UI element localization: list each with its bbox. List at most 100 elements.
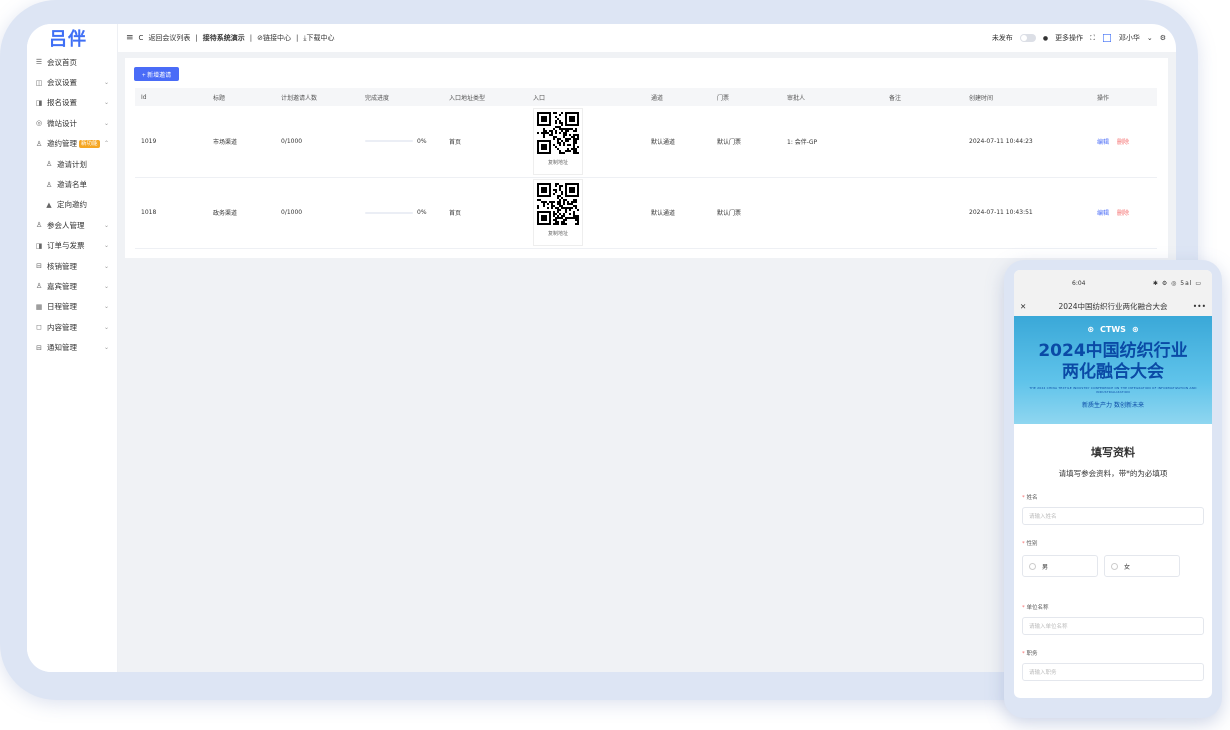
sidebar-item[interactable]: ◨ 订单与发票 ⌄ xyxy=(27,236,117,256)
refresh-icon[interactable]: C xyxy=(139,34,144,42)
qr-code-icon xyxy=(537,183,579,225)
link-center-link[interactable]: ⊘链接中心 xyxy=(257,33,291,43)
column-header: 操作 xyxy=(1097,94,1110,102)
banner-title: 两化融合大会 xyxy=(1062,362,1164,382)
column-header: 备注 xyxy=(889,94,902,102)
notify-icon: ⊟ xyxy=(36,343,42,352)
registration-form: 填写资料 请填写参会资料，带*的为必填项 * 姓名 请输入姓名 * 性别 男 女… xyxy=(1014,444,1212,681)
table-row: 1019 市场渠道 0/1000 0% 首页 复制地址 默认通道 默认门票 1: 会伴-GP 20… xyxy=(135,106,1157,177)
row-approver: 1: 会伴-GP xyxy=(787,138,818,146)
chevron-down-icon: ⌄ xyxy=(103,242,109,250)
phone-page-title: 2024中国纺织行业两化融合大会 xyxy=(1058,301,1168,311)
more-ops-button[interactable]: 更多操作 xyxy=(1055,33,1083,43)
form-hint: 请填写参会资料，带*的为必填项 xyxy=(1058,469,1168,478)
row-plan: 0/1000 xyxy=(281,209,303,216)
delete-button[interactable]: 删除 xyxy=(1117,139,1129,146)
sidebar-item-label: 报名设置 xyxy=(47,98,77,108)
gender-label: * 性别 xyxy=(1022,541,1038,547)
separator: | xyxy=(195,34,198,42)
edit-button[interactable]: 编辑 xyxy=(1097,210,1109,217)
table-header: Id 标题 计划邀请人数 完成进度 入口地址类型 入口 通道 门票 审批人 备注 创建时间 操作 xyxy=(135,88,1157,106)
row-entry-type: 首页 xyxy=(449,210,462,217)
calendar-icon: ▦ xyxy=(35,302,43,311)
status-icons: ✱ ⚙ ◎ 5al ▭ xyxy=(1152,279,1202,287)
company-label: * 单位名称 xyxy=(1022,605,1049,611)
gender-male-radio[interactable]: 男 xyxy=(1022,555,1098,577)
chevron-up-icon: ⌃ xyxy=(103,140,109,148)
sidebar-item[interactable]: ◨ 报名设置 ⌄ xyxy=(27,93,117,113)
row-id: 1019 xyxy=(141,137,157,145)
delete-button[interactable]: 删除 xyxy=(1117,210,1129,217)
company-field[interactable]: 请输入单位名称 xyxy=(1022,617,1204,635)
sidebar-item[interactable]: ☰ 会议首页 xyxy=(27,52,117,72)
publish-toggle[interactable] xyxy=(1019,34,1036,42)
chevron-down-icon: ⌄ xyxy=(103,79,109,87)
column-header: 计划邀请人数 xyxy=(281,94,318,102)
gender-female-radio[interactable]: 女 xyxy=(1104,555,1180,577)
sidebar-item-label: 内容管理 xyxy=(47,322,77,332)
column-header: 创建时间 xyxy=(969,94,994,102)
download-center-link[interactable]: ⤓下载中心 xyxy=(303,33,334,43)
banner-slogan: 新质生产力 数创新未来 xyxy=(1082,402,1144,409)
meeting-name: 接待系统演示 xyxy=(202,34,245,42)
column-header: Id xyxy=(141,93,147,101)
sidebar-item[interactable]: ◫ 会议设置 ⌄ xyxy=(27,72,117,92)
sidebar-item-label: 嘉宾管理 xyxy=(47,281,77,291)
fullscreen-icon[interactable]: ⛶ xyxy=(1090,34,1095,43)
sidebar-item[interactable]: ⊟ 通知管理 ⌄ xyxy=(27,337,117,357)
sidebar-item[interactable]: ♙ 邀请计划 xyxy=(27,154,117,174)
sidebar-item[interactable]: ▦ 日程管理 ⌄ xyxy=(27,297,117,317)
event-banner: ⊛ CTWS ⊛ 2024中国纺织行业 两化融合大会 THE 2024 CHIN… xyxy=(1014,316,1212,424)
sidebar-nav: ☰ 会议首页 ◫ 会议设置 ⌄ ◨ 报名设置 ⌄ ◎ 微站设计 ⌄ ♙ 邀约管理 新功能 ⌃ ♙ 邀请计划 ♙ 邀请… xyxy=(27,52,117,358)
chevron-down-icon: ⌄ xyxy=(103,323,109,331)
sidebar-item[interactable]: ⊟ 核销管理 ⌄ xyxy=(27,256,117,276)
sidebar-item[interactable]: ◎ 微站设计 ⌄ xyxy=(27,113,117,133)
row-channel: 默认通道 xyxy=(651,138,676,146)
job-title-field[interactable]: 请输入职务 xyxy=(1022,663,1204,681)
invite-icon: ♙ xyxy=(35,139,43,148)
column-header: 入口 xyxy=(533,94,546,102)
row-id: 1018 xyxy=(141,209,157,216)
gear-icon[interactable]: ⚙ xyxy=(1160,34,1166,42)
signup-icon: ◨ xyxy=(35,98,43,107)
chevron-down-icon: ⌄ xyxy=(103,262,109,270)
sidebar-item[interactable]: ♙ 邀请名单 xyxy=(27,174,117,194)
sidebar-item-label: 邀约管理 xyxy=(47,139,77,149)
row-title: 政务渠道 xyxy=(213,210,238,217)
name-field[interactable]: 请输入姓名 xyxy=(1022,507,1204,525)
chevron-down-icon: ⌄ xyxy=(103,99,109,107)
sidebar-item-label: 通知管理 xyxy=(47,343,77,353)
qr-code-icon xyxy=(537,111,579,154)
copy-address-link[interactable]: 复制地址 xyxy=(548,159,568,166)
sidebar-item[interactable]: ▲ 定向邀约 xyxy=(27,195,117,215)
chevron-down-icon: ⌄ xyxy=(103,119,109,127)
status-time: 6:04 xyxy=(1072,279,1086,287)
row-channel: 默认通道 xyxy=(651,210,676,217)
copy-address-link[interactable]: 复制地址 xyxy=(548,230,568,237)
edit-button[interactable]: 编辑 xyxy=(1097,139,1109,146)
sidebar-item[interactable]: ♙ 参会人管理 ⌄ xyxy=(27,215,117,235)
banner-subtitle: THE 2024 CHINA TEXTILE INDUSTRY CONFEREN… xyxy=(1029,386,1197,394)
brand-logo: ⊛ xyxy=(1087,324,1095,334)
separator: | xyxy=(249,34,253,42)
settings-icon: ◫ xyxy=(35,78,43,87)
row-created: 2024-07-11 10:44:23 xyxy=(969,137,1033,145)
row-plan: 0/1000 xyxy=(281,137,303,145)
attendee-icon: ♙ xyxy=(35,221,43,230)
publish-status-label: 未发布 xyxy=(991,34,1013,42)
sidebar-item[interactable]: ♙ 邀约管理 新功能 ⌃ xyxy=(27,134,117,154)
site-icon: ◎ xyxy=(35,119,43,128)
phone-preview: 6:04 ✱ ⚙ ◎ 5al ▭ ✕ 2024中国纺织行业两化融合大会 ••• … xyxy=(1004,260,1222,718)
chevron-down-icon: ⌄ xyxy=(103,221,109,229)
add-invite-button[interactable]: + 新增邀请 xyxy=(134,67,180,81)
column-header: 门票 xyxy=(717,94,730,102)
content-icon: ◻ xyxy=(36,323,42,332)
separator: | xyxy=(296,34,299,42)
user-name[interactable]: 邓小华 xyxy=(1119,33,1140,43)
back-to-list-link[interactable]: 返回会议列表 xyxy=(148,33,190,43)
sidebar-item[interactable]: ◻ 内容管理 ⌄ xyxy=(27,317,117,337)
chevron-down-icon: ⌄ xyxy=(103,344,109,352)
sidebar-item[interactable]: ♙ 嘉宾管理 ⌄ xyxy=(27,276,117,296)
sidebar-item-label: 日程管理 xyxy=(47,302,77,312)
menu-toggle-icon[interactable]: ≡ xyxy=(126,33,134,43)
